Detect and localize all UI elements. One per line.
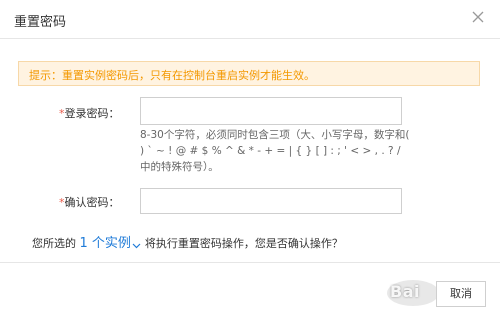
login-password-label-text: 登录密码： (64, 107, 120, 120)
cancel-button[interactable]: 取消 (436, 281, 486, 307)
confirm-prefix: 您所选的 (32, 237, 76, 250)
notice-banner: 提示：重置实例密码后，只有在控制台重启实例才能生效。 (18, 61, 480, 86)
confirm-line: 您所选的 1 个实例 将执行重置密码操作，您是否确认操作？ (32, 232, 343, 251)
notice-text: 提示：重置实例密码后，只有在控制台重启实例才能生效。 (29, 69, 315, 82)
confirm-password-label: *确认密码： (59, 194, 120, 210)
footer-divider (0, 262, 500, 263)
confirm-suffix: 将执行重置密码操作，您是否确认操作？ (144, 237, 343, 250)
confirm-password-input[interactable] (140, 188, 402, 214)
chevron-down-icon[interactable] (132, 240, 141, 249)
login-password-input[interactable] (140, 97, 402, 125)
watermark-text: Bai (390, 282, 420, 301)
login-password-label: *登录密码： (59, 105, 120, 121)
close-icon[interactable] (470, 9, 486, 25)
confirm-password-label-text: 确认密码： (64, 196, 120, 209)
reset-password-dialog: 重置密码 提示：重置实例密码后，只有在控制台重启实例才能生效。 *登录密码： 8… (0, 0, 500, 324)
dialog-header: 重置密码 (0, 0, 500, 39)
dialog-title: 重置密码 (14, 15, 67, 30)
selected-instances-link[interactable]: 1 个实例 (80, 236, 131, 251)
password-rule-help: 8-30个字符，必须同时包含三项（大、小写字母，数字和( ) ` ~ ! @ #… (140, 129, 410, 173)
